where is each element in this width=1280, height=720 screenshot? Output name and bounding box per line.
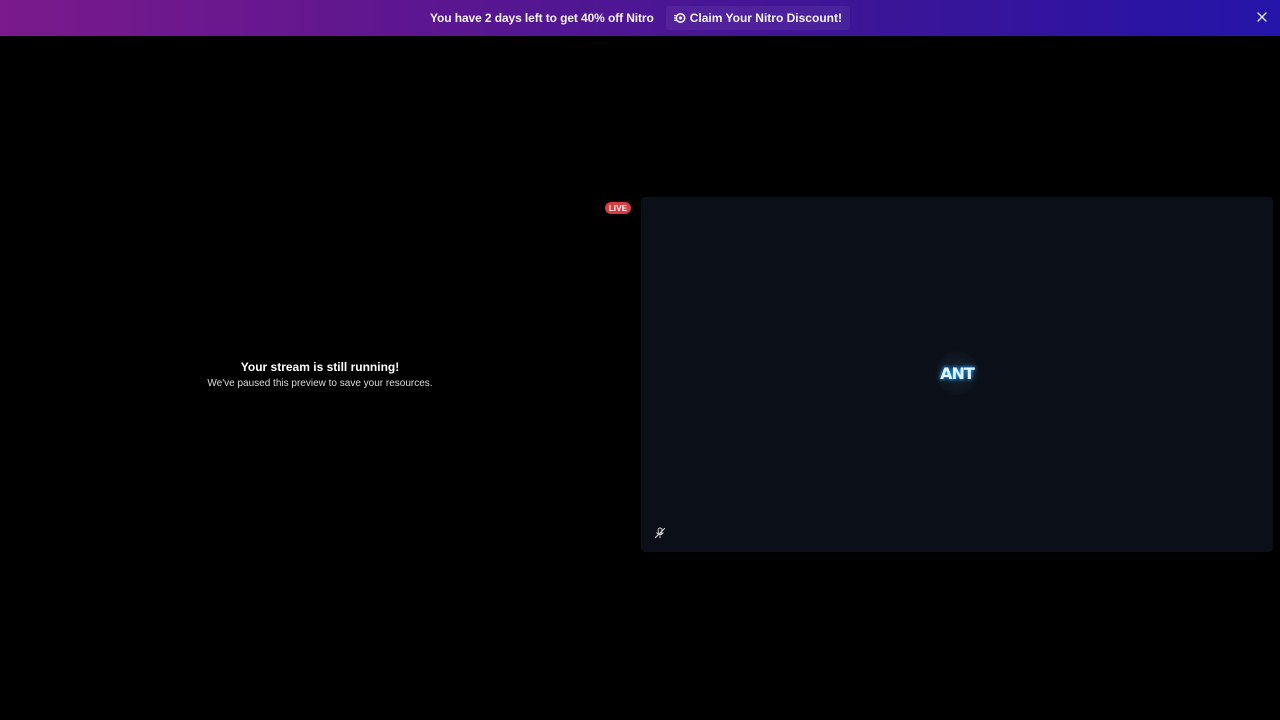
banner-message: You have 2 days left to get 40% off Nitr… [430, 11, 654, 25]
claim-label: Claim Your Nitro Discount! [689, 11, 842, 25]
participant-tile[interactable]: ANT [641, 197, 1273, 552]
stream-preview-tile[interactable]: Your stream is still running! We've paus… [0, 198, 640, 552]
paused-title: Your stream is still running! [240, 360, 400, 374]
paused-message: Your stream is still running! We've paus… [0, 360, 640, 389]
nitro-promo-banner: You have 2 days left to get 40% off Nitr… [0, 0, 1280, 36]
close-banner-button[interactable] [1252, 8, 1272, 28]
microphone-muted-icon [653, 526, 667, 540]
live-badge: LIVE [605, 202, 631, 214]
avatar-logo-text: ANT [940, 363, 975, 383]
paused-subtitle: We've paused this preview to save your r… [207, 378, 433, 389]
claim-nitro-discount-button[interactable]: Claim Your Nitro Discount! [665, 6, 850, 30]
nitro-icon [673, 12, 686, 24]
close-icon [1257, 9, 1267, 27]
avatar: ANT [935, 351, 979, 395]
